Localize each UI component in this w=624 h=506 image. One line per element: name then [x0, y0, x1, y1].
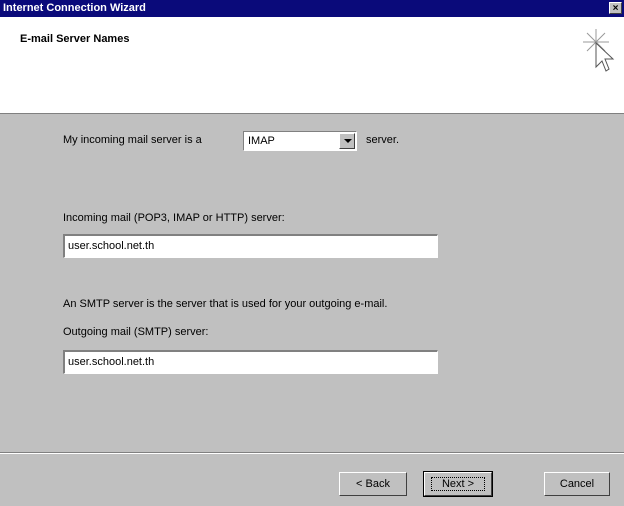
server-suffix-label: server. [366, 134, 400, 146]
wizard-header: E-mail Server Names [0, 17, 624, 114]
smtp-description: An SMTP server is the server that is use… [63, 298, 388, 310]
cancel-button[interactable]: Cancel [544, 472, 610, 496]
incoming-server-input[interactable] [68, 240, 408, 252]
incoming-server-field[interactable] [63, 234, 438, 258]
next-button-label: Next > [430, 477, 486, 491]
incoming-server-type-select[interactable]: IMAP [243, 131, 357, 151]
incoming-type-label: My incoming mail server is a [63, 134, 202, 146]
title-bar: Internet Connection Wizard × [0, 0, 624, 17]
page-title: E-mail Server Names [20, 33, 130, 45]
next-button[interactable]: Next > [423, 471, 493, 497]
wizard-sparkle-cursor-icon [583, 29, 615, 72]
close-button[interactable]: × [609, 2, 622, 14]
outgoing-server-field[interactable] [63, 350, 438, 374]
incoming-server-label: Incoming mail (POP3, IMAP or HTTP) serve… [63, 212, 285, 224]
outgoing-server-input[interactable] [68, 356, 408, 368]
button-separator [0, 452, 624, 454]
incoming-server-type-value: IMAP [248, 135, 275, 147]
back-button-label: < Back [356, 478, 390, 490]
outgoing-server-label: Outgoing mail (SMTP) server: [63, 326, 209, 338]
dropdown-arrow-icon[interactable] [339, 133, 355, 149]
window-title: Internet Connection Wizard [3, 2, 146, 14]
cancel-button-label: Cancel [559, 478, 595, 490]
back-button[interactable]: < Back [339, 472, 407, 496]
